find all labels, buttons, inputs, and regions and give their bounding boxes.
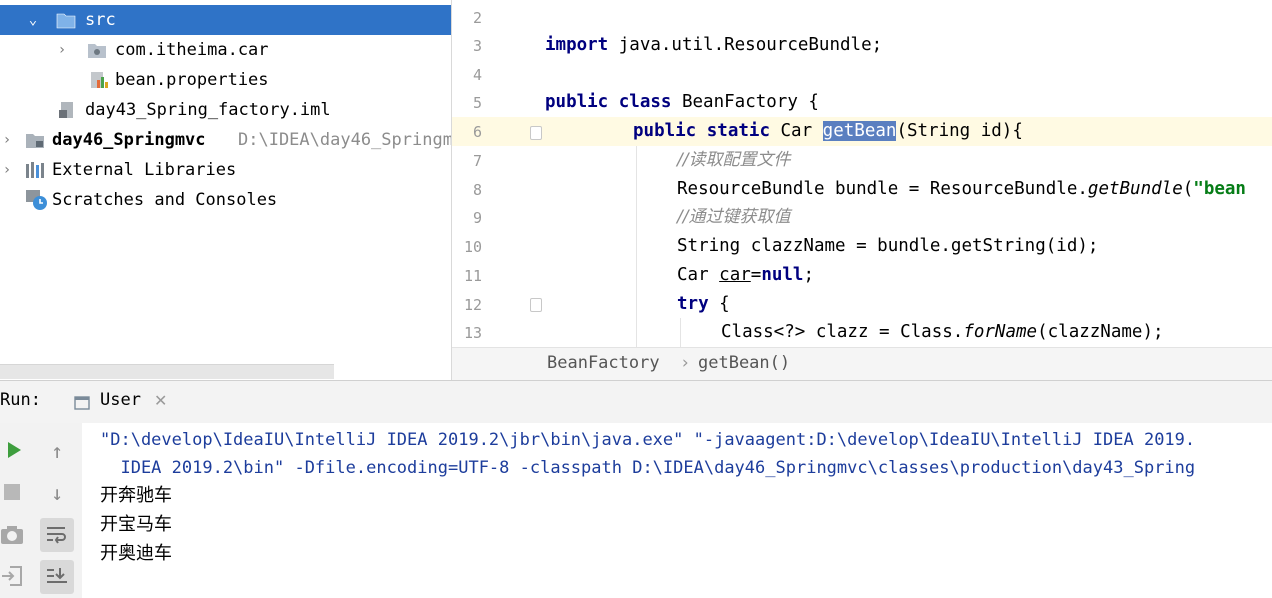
code-line-7-comment: //读取配置文件 <box>677 150 791 170</box>
tree-item-label: bean.properties <box>115 70 269 90</box>
line-number: 12 <box>463 296 482 314</box>
line-number: 6 <box>472 123 482 141</box>
console-output[interactable]: "D:\develop\IdeaIU\IntelliJ IDEA 2019.2\… <box>82 423 1272 598</box>
arrow-down-icon[interactable]: ↓ <box>40 476 74 510</box>
console-command-line: "D:\develop\IdeaIU\IntelliJ IDEA 2019.2\… <box>100 430 1196 450</box>
console-output-line: 开奥迪车 <box>100 543 172 564</box>
code-line-10: String clazzName = bundle.getString(id); <box>677 236 1099 256</box>
code-line-12: try { <box>677 294 730 314</box>
code-editor[interactable]: import java.util.ResourceBundle; public … <box>452 0 1272 347</box>
tree-item-module[interactable]: › day46_Springmvc D:\IDEA\day46_Springmv… <box>0 125 451 155</box>
run-panel-header: Run: User ✕ <box>0 380 1272 424</box>
soft-wrap-icon[interactable] <box>40 518 74 552</box>
scroll-to-end-icon[interactable] <box>40 560 74 594</box>
tree-horizontal-scrollbar[interactable] <box>0 364 334 379</box>
tree-item-label: External Libraries <box>52 160 237 180</box>
tree-item-label: src <box>85 10 116 30</box>
iml-file-icon <box>59 102 73 118</box>
tree-item-label: day46_Springmvc <box>52 130 206 150</box>
tree-item-external-libraries[interactable]: › External Libraries <box>0 155 451 185</box>
line-number: 10 <box>463 238 482 256</box>
line-number: 5 <box>472 94 482 112</box>
tree-item-label: com.itheima.car <box>115 40 269 60</box>
tree-item-src[interactable]: ⌄ src <box>0 5 451 35</box>
module-folder-icon <box>26 134 44 148</box>
breadcrumb-separator: › <box>680 353 691 373</box>
line-number: 7 <box>472 152 482 170</box>
code-line-6: public static Car getBean(String id){ <box>633 121 1023 141</box>
run-config-icon <box>74 396 90 410</box>
tree-item-label: Scratches and Consoles <box>52 190 278 210</box>
scratches-icon <box>26 190 47 210</box>
code-line-9-comment: //通过键获取值 <box>677 207 791 227</box>
console-command-line: IDEA 2019.2\bin" -Dfile.encoding=UTF-8 -… <box>100 458 1196 478</box>
chevron-down-icon[interactable]: ⌄ <box>26 5 40 35</box>
line-number: 3 <box>472 37 482 55</box>
breadcrumb-class[interactable]: BeanFactory <box>547 348 660 379</box>
close-icon[interactable]: ✕ <box>154 391 167 410</box>
tree-item-scratches[interactable]: Scratches and Consoles <box>0 185 451 215</box>
tree-item-iml[interactable]: day43_Spring_factory.iml <box>0 95 451 125</box>
package-icon <box>88 44 106 58</box>
line-number: 4 <box>472 66 482 84</box>
code-line-8: ResourceBundle bundle = ResourceBundle.g… <box>677 179 1246 199</box>
stop-icon[interactable] <box>4 484 20 500</box>
line-number: 11 <box>463 267 482 285</box>
libraries-icon <box>26 162 44 178</box>
project-tree: ⌄ src › com.itheima.car bean.properties … <box>0 0 451 380</box>
line-number: 9 <box>472 209 482 227</box>
indent-guide <box>680 318 681 347</box>
fold-marker-icon[interactable] <box>530 298 542 312</box>
breadcrumb-method[interactable]: getBean() <box>698 348 790 379</box>
indent-guide <box>636 146 637 347</box>
chevron-right-icon[interactable]: › <box>0 125 14 155</box>
console-output-line: 开奔驰车 <box>100 485 172 506</box>
code-line-3: import java.util.ResourceBundle; <box>545 35 883 55</box>
login-icon[interactable] <box>0 564 24 588</box>
properties-file-icon <box>91 72 108 88</box>
rerun-play-icon[interactable] <box>4 440 24 460</box>
tree-item-label: day43_Spring_factory.iml <box>85 100 331 120</box>
selected-method-name: getBean <box>822 121 897 141</box>
folder-icon <box>56 13 76 29</box>
line-number: 8 <box>472 181 482 199</box>
tree-item-bean-properties[interactable]: bean.properties <box>0 65 451 95</box>
chevron-right-icon[interactable]: › <box>55 35 69 65</box>
run-label: Run: <box>0 390 41 410</box>
code-line-5: public class BeanFactory { <box>545 92 819 112</box>
camera-icon[interactable] <box>0 524 24 546</box>
chevron-right-icon[interactable]: › <box>0 155 14 185</box>
run-toolbar: ↑ ↓ <box>0 423 82 598</box>
tree-item-path-hint: D:\IDEA\day46_Springmvc <box>238 130 451 150</box>
console-output-line: 开宝马车 <box>100 514 172 535</box>
line-number: 13 <box>463 324 482 342</box>
run-tab-label: User <box>100 390 141 410</box>
run-tab-user[interactable]: User ✕ <box>66 381 176 423</box>
arrow-up-icon[interactable]: ↑ <box>40 434 74 468</box>
fold-marker-icon[interactable] <box>530 126 542 140</box>
tree-item-package[interactable]: › com.itheima.car <box>0 35 451 65</box>
code-line-11: Car car=null; <box>677 265 815 285</box>
breadcrumb: BeanFactory › getBean() <box>452 347 1272 381</box>
code-line-13: Class<?> clazz = Class.forName(clazzName… <box>721 322 1164 342</box>
line-number: 2 <box>472 9 482 27</box>
